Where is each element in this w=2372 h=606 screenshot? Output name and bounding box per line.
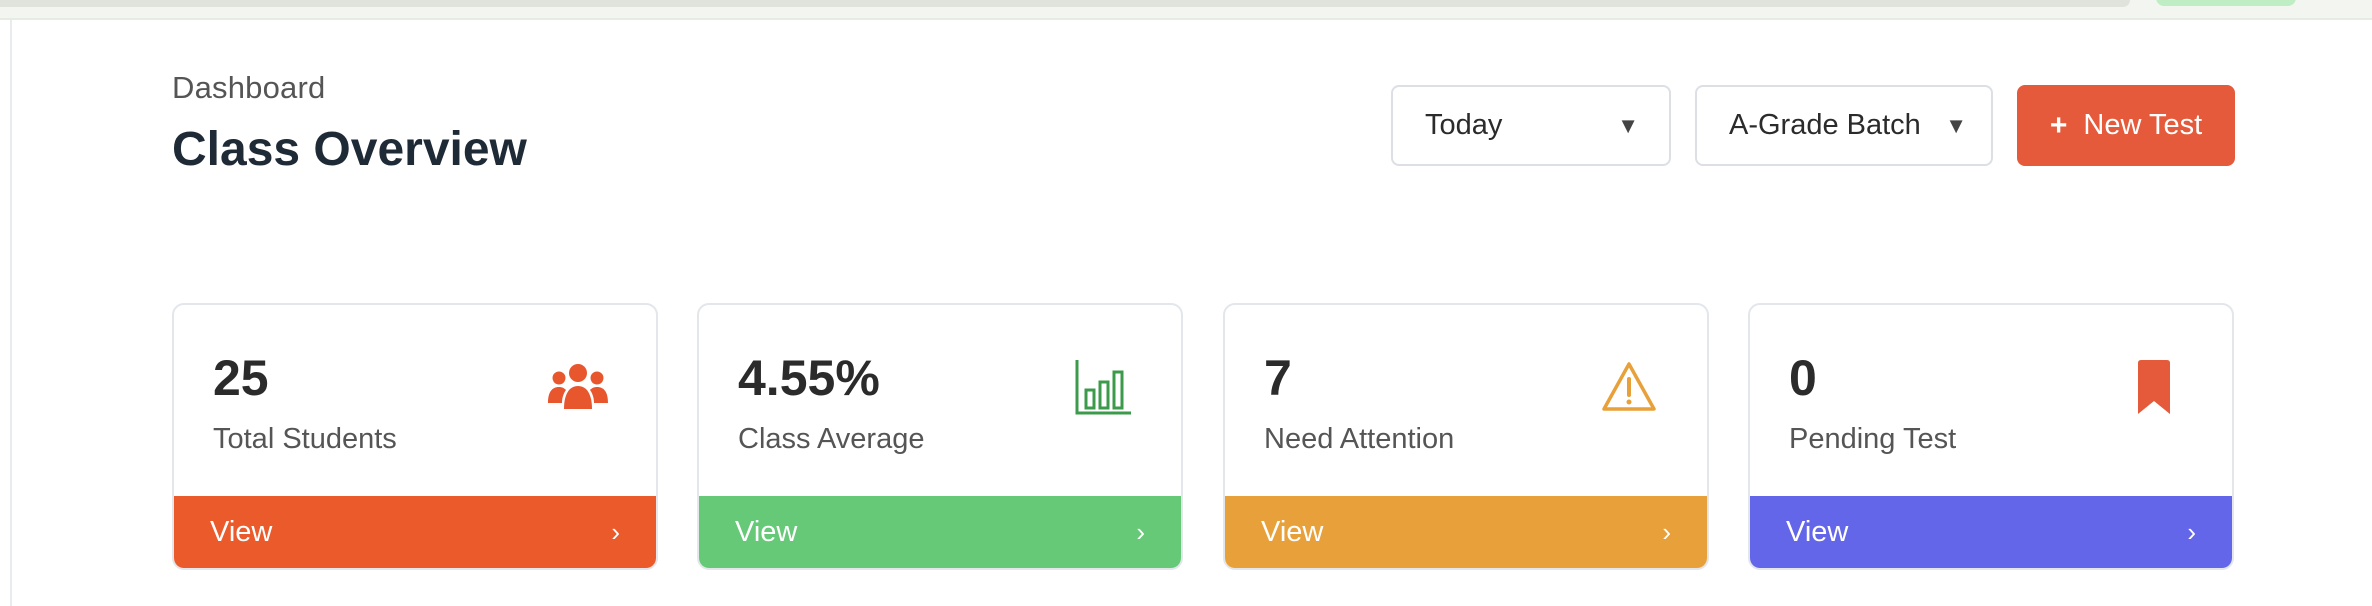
stat-value: 0 (1789, 350, 1817, 406)
breadcrumb: Dashboard (172, 70, 326, 105)
chevron-right-icon: › (1662, 516, 1671, 547)
warning-icon (1597, 355, 1661, 419)
stat-label: Class Average (738, 423, 925, 455)
chevron-right-icon: › (1136, 516, 1145, 547)
batch-filter-value: A-Grade Batch (1729, 109, 1921, 141)
chevron-right-icon: › (2187, 516, 2196, 547)
sidebar-divider (10, 20, 12, 606)
top-pill (2156, 0, 2296, 6)
caret-down-icon: ▼ (1617, 112, 1639, 138)
view-label: View (1786, 515, 1849, 548)
top-track (0, 0, 2130, 7)
stat-value: 7 (1264, 350, 1292, 406)
browser-top-bar (0, 0, 2372, 20)
view-label: View (735, 515, 798, 548)
view-label: View (1261, 515, 1324, 548)
users-icon (546, 355, 610, 419)
stat-label: Pending Test (1789, 423, 1957, 455)
stat-label: Total Students (213, 423, 397, 455)
stat-card-class-average: 4.55% Class Average View › (697, 303, 1183, 570)
new-test-button[interactable]: + New Test (2017, 85, 2235, 166)
view-link[interactable]: View › (1225, 496, 1707, 568)
stat-value: 25 (213, 350, 269, 406)
stat-card-pending-test: 0 Pending Test View › (1748, 303, 2234, 570)
date-filter-select[interactable]: Today ▼ (1391, 85, 1671, 166)
date-filter-value: Today (1425, 109, 1503, 141)
bar-chart-icon (1071, 355, 1135, 419)
batch-filter-select[interactable]: A-Grade Batch ▼ (1695, 85, 1993, 166)
view-link[interactable]: View › (174, 496, 656, 568)
chevron-right-icon: › (611, 516, 620, 547)
view-label: View (210, 515, 273, 548)
stat-card-total-students: 25 Total Students View › (172, 303, 658, 570)
stat-value: 4.55% (738, 350, 880, 406)
plus-icon: + (2049, 108, 2068, 142)
new-test-label: New Test (2083, 109, 2203, 141)
stat-label: Need Attention (1264, 423, 1455, 455)
view-link[interactable]: View › (1750, 496, 2232, 568)
view-link[interactable]: View › (699, 496, 1181, 568)
page-title: Class Overview (172, 123, 527, 176)
caret-down-icon: ▼ (1945, 112, 1967, 138)
stat-card-need-attention: 7 Need Attention View › (1223, 303, 1709, 570)
bookmark-icon (2122, 355, 2186, 419)
